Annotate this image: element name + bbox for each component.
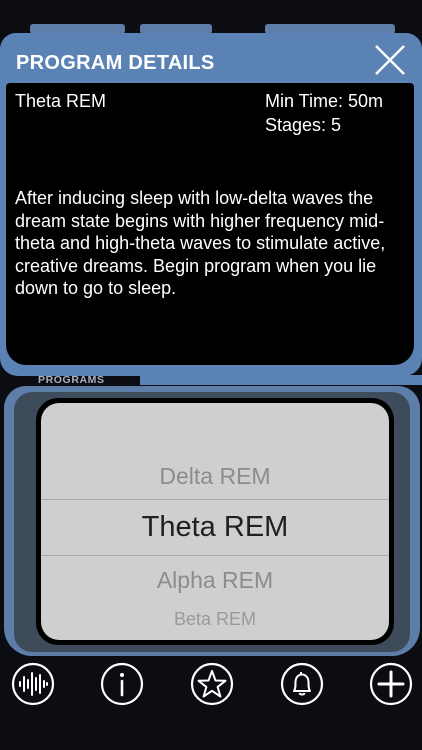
picker-wheel[interactable]: Delta REM Theta REM Alpha REM Beta REM bbox=[41, 403, 389, 640]
picker-item-theta-rem-selected[interactable]: Theta REM bbox=[41, 511, 389, 544]
program-picker[interactable]: Delta REM Theta REM Alpha REM Beta REM bbox=[36, 398, 394, 645]
selection-divider bbox=[41, 555, 389, 556]
alarm-button[interactable] bbox=[280, 662, 324, 706]
top-status-area bbox=[0, 0, 422, 34]
selection-divider bbox=[41, 499, 389, 500]
min-time: Min Time: 50m bbox=[265, 91, 384, 111]
details-panel: Theta REM Min Time: 50m Stages: 5 After … bbox=[6, 83, 414, 365]
close-button[interactable] bbox=[370, 40, 410, 80]
waveform-icon bbox=[11, 662, 55, 706]
picker-item-delta-rem[interactable]: Delta REM bbox=[41, 463, 389, 490]
star-icon bbox=[190, 662, 234, 706]
waveform-button[interactable] bbox=[11, 662, 55, 706]
picker-item-alpha-rem[interactable]: Alpha REM bbox=[41, 567, 389, 594]
program-name: Theta REM bbox=[15, 91, 107, 111]
add-button[interactable] bbox=[369, 662, 413, 706]
info-button[interactable] bbox=[100, 662, 144, 706]
modal-title: PROGRAM DETAILS bbox=[16, 52, 215, 74]
programs-section-bar bbox=[140, 375, 422, 385]
bell-icon bbox=[280, 662, 324, 706]
close-icon bbox=[375, 45, 405, 75]
plus-icon bbox=[369, 662, 413, 706]
program-description: After inducing sleep with low-delta wave… bbox=[15, 188, 386, 298]
stages-count: Stages: 5 bbox=[265, 115, 342, 135]
picker-item-beta-rem[interactable]: Beta REM bbox=[41, 609, 389, 630]
favorites-button[interactable] bbox=[190, 662, 234, 706]
info-icon bbox=[100, 662, 144, 706]
programs-label: PROGRAMS bbox=[38, 374, 105, 386]
